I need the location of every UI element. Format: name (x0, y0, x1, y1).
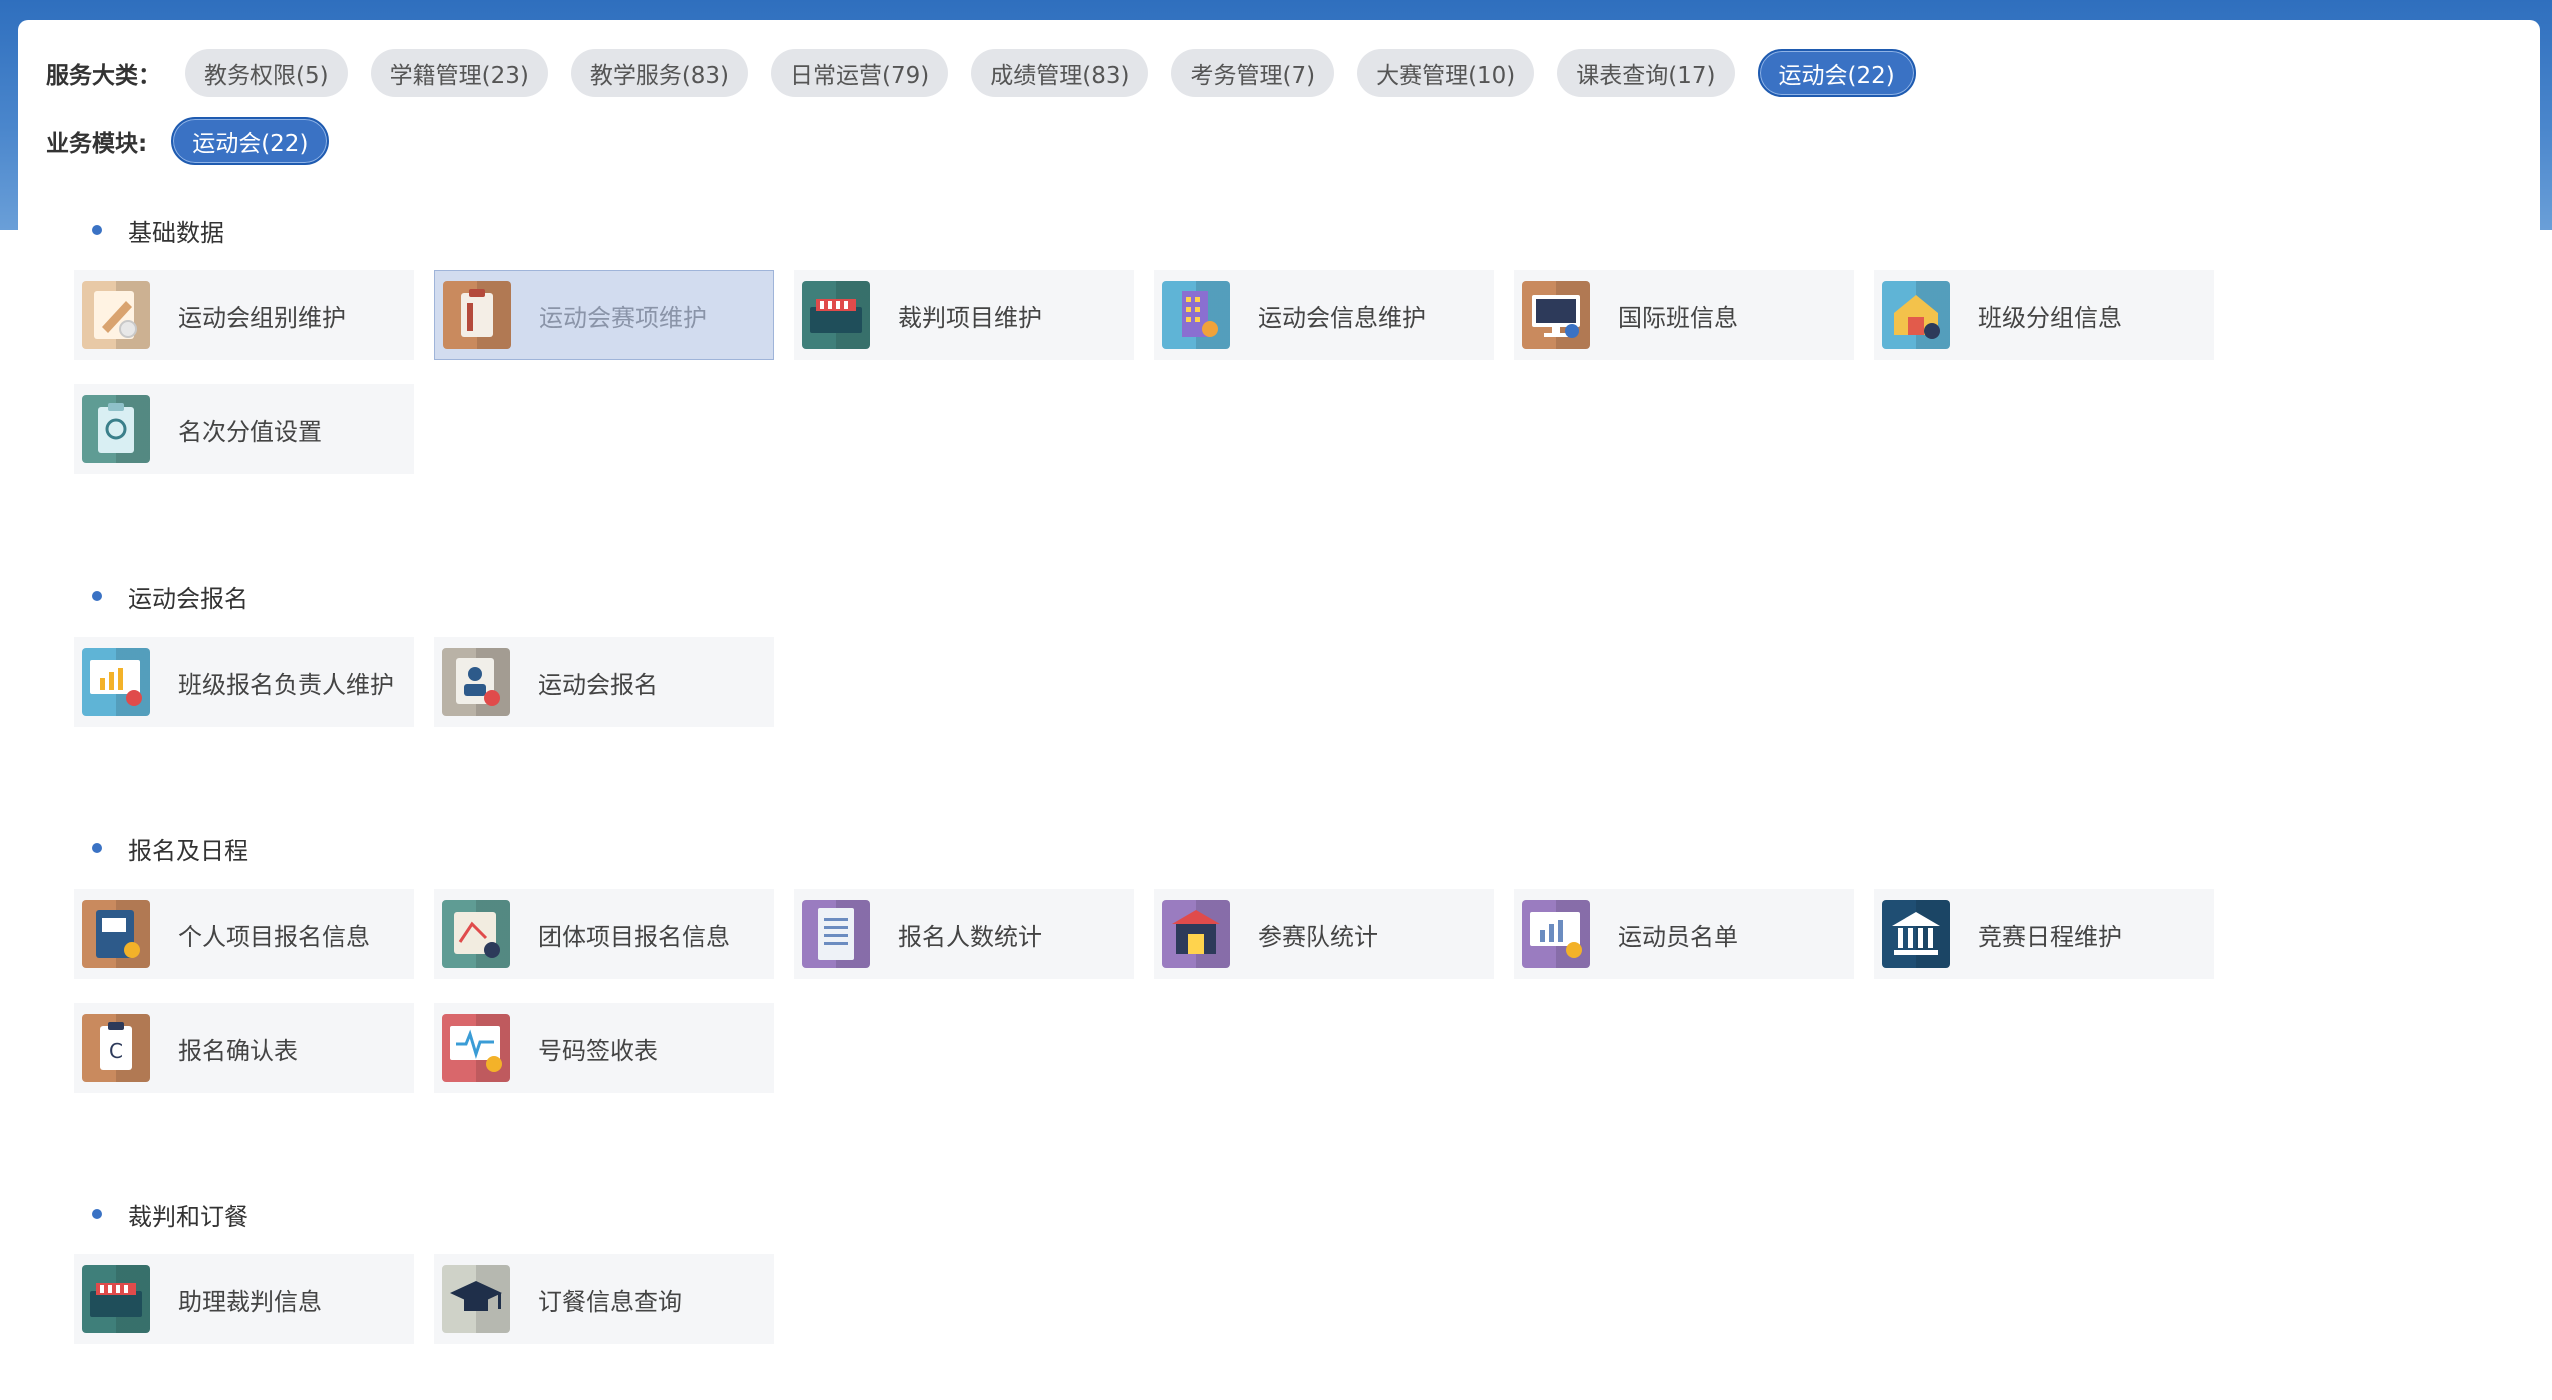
service-tile[interactable]: 运动会赛项维护 (434, 270, 774, 360)
section-title: 基础数据 (128, 218, 224, 247)
tile-grid: 班级报名负责人维护 运动会报名 (74, 637, 2214, 727)
category-pill[interactable]: 大赛管理(10) (1357, 49, 1535, 97)
service-tile[interactable]: 名次分值设置 (74, 384, 414, 474)
category-filter-label: 服务大类： (46, 63, 161, 89)
clipboard-clock-icon (82, 395, 150, 463)
section-referee-meals: 裁判和订餐 (64, 1194, 248, 1234)
category-pill[interactable]: 教学服务(83) (570, 49, 749, 97)
module-pill-list: 运动会(22) (171, 117, 330, 165)
module-filter-row: 业务模块: 运动会(22) (46, 116, 330, 166)
section-header: 报名及日程 (64, 828, 248, 868)
service-tile[interactable]: 报名人数统计 (794, 889, 1134, 979)
category-pill[interactable]: 考务管理(7) (1171, 49, 1335, 97)
bullet-icon (92, 843, 102, 853)
service-tile-label: 竞赛日程维护 (1978, 922, 2122, 951)
bank-icon (1882, 900, 1950, 968)
section-title: 裁判和订餐 (128, 1202, 248, 1231)
monitor-chart-icon (1522, 281, 1590, 349)
toolbox-icon (802, 281, 870, 349)
section-title: 报名及日程 (128, 836, 248, 865)
category-pill[interactable]: 日常运营(79) (771, 49, 949, 97)
service-tile[interactable]: 国际班信息 (1514, 270, 1854, 360)
service-tile[interactable]: 订餐信息查询 (434, 1254, 774, 1344)
building-user-icon (1162, 281, 1230, 349)
service-tile-label: 国际班信息 (1618, 303, 1738, 332)
service-tile-label: 名次分值设置 (178, 417, 322, 446)
service-tile[interactable]: 班级报名负责人维护 (74, 637, 414, 727)
category-pill-list: 教务权限(5) 学籍管理(23) 教学服务(83) 日常运营(79) 成绩管理(… (185, 49, 1916, 97)
service-tile-label: 裁判项目维护 (898, 303, 1042, 332)
section-registration: 运动会报名 (64, 576, 248, 616)
user-badge-icon (442, 648, 510, 716)
service-tile-label: 参赛队统计 (1258, 922, 1378, 951)
clipboard-c-icon: C (82, 1014, 150, 1082)
map-tools-icon (442, 900, 510, 968)
clipboard-icon (443, 281, 511, 349)
service-tile[interactable]: 运动员名单 (1514, 889, 1854, 979)
service-tile-label: 班级分组信息 (1978, 303, 2122, 332)
category-pill-active[interactable]: 运动会(22) (1757, 49, 1916, 97)
service-tile[interactable]: 号码签收表 (434, 1003, 774, 1093)
service-tile[interactable]: 个人项目报名信息 (74, 889, 414, 979)
module-filter-label: 业务模块: (46, 131, 148, 157)
monitor-user-icon (1522, 900, 1590, 968)
service-tile[interactable]: 运动会信息维护 (1154, 270, 1494, 360)
category-filter-row: 服务大类： 教务权限(5) 学籍管理(23) 教学服务(83) 日常运营(79)… (46, 48, 1916, 98)
service-tile[interactable]: 参赛队统计 (1154, 889, 1494, 979)
toolbox-icon (82, 1265, 150, 1333)
service-tile[interactable]: 助理裁判信息 (74, 1254, 414, 1344)
service-tile[interactable]: 竞赛日程维护 (1874, 889, 2214, 979)
section-header: 裁判和订餐 (64, 1194, 248, 1234)
service-tile-label: 报名确认表 (178, 1036, 298, 1065)
service-tile[interactable]: C 报名确认表 (74, 1003, 414, 1093)
service-panel: 服务大类： 教务权限(5) 学籍管理(23) 教学服务(83) 日常运营(79)… (18, 20, 2540, 1400)
tile-grid: 运动会组别维护 运动会赛项维护 裁判项目维护 运动会信息维护 国际班信息 班级分组信息名次… (74, 270, 2214, 474)
bullet-icon (92, 1209, 102, 1219)
service-tile-label: 助理裁判信息 (178, 1287, 322, 1316)
house-lock-icon (1882, 281, 1950, 349)
monitor-bars-icon (82, 648, 150, 716)
service-tile-label: 运动会信息维护 (1258, 303, 1426, 332)
service-tile-label: 报名人数统计 (898, 922, 1042, 951)
module-pill-active[interactable]: 运动会(22) (171, 117, 330, 165)
section-header: 运动会报名 (64, 576, 248, 616)
section-basic-data: 基础数据 (64, 210, 224, 250)
category-pill[interactable]: 课表查询(17) (1557, 49, 1735, 97)
pencil-gear-icon (82, 281, 150, 349)
category-pill[interactable]: 教务权限(5) (185, 49, 348, 97)
category-pill[interactable]: 学籍管理(23) (370, 49, 548, 97)
graduation-cap-icon (442, 1265, 510, 1333)
tile-grid: 助理裁判信息 订餐信息查询 (74, 1254, 2214, 1344)
section-title: 运动会报名 (128, 584, 248, 613)
service-tile[interactable]: 班级分组信息 (1874, 270, 2214, 360)
service-tile-label: 个人项目报名信息 (178, 922, 370, 951)
section-schedule: 报名及日程 (64, 828, 248, 868)
bullet-icon (92, 591, 102, 601)
notebook-icon (82, 900, 150, 968)
service-tile-label: 运动会组别维护 (178, 303, 346, 332)
service-tile-label: 号码签收表 (538, 1036, 658, 1065)
service-tile[interactable]: 运动会组别维护 (74, 270, 414, 360)
bullet-icon (92, 225, 102, 235)
document-list-icon (802, 900, 870, 968)
service-tile-label: 订餐信息查询 (538, 1287, 682, 1316)
service-tile[interactable]: 运动会报名 (434, 637, 774, 727)
svg-text:C: C (109, 1039, 123, 1063)
service-tile-label: 团体项目报名信息 (538, 922, 730, 951)
service-tile[interactable]: 团体项目报名信息 (434, 889, 774, 979)
tile-grid: 个人项目报名信息 团体项目报名信息 报名人数统计 参赛队统计 运动员名单 竞赛日程维护 C 报… (74, 889, 2214, 1093)
category-pill[interactable]: 成绩管理(83) (971, 49, 1149, 97)
monitor-pulse-icon (442, 1014, 510, 1082)
service-tile[interactable]: 裁判项目维护 (794, 270, 1134, 360)
service-tile-label: 运动会赛项维护 (539, 303, 707, 332)
service-tile-label: 运动员名单 (1618, 922, 1738, 951)
section-header: 基础数据 (64, 210, 224, 250)
store-icon (1162, 900, 1230, 968)
service-tile-label: 运动会报名 (538, 670, 658, 699)
service-tile-label: 班级报名负责人维护 (178, 670, 394, 699)
